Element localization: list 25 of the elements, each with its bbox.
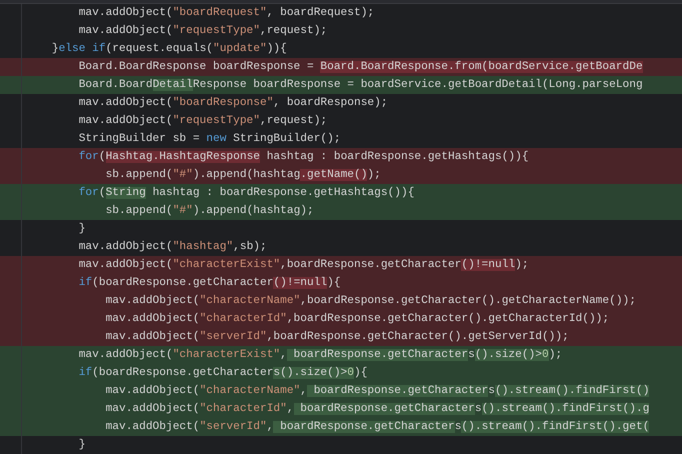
code-text: Board.BoardDetailResponse boardResponse = boardService.getBoardDetail(Long.parseLong bbox=[78, 78, 643, 93]
code-text: if(boardResponse.getCharacters().size()>0){ bbox=[78, 366, 368, 381]
code-text: sb.append("#").append(hashtag.getName()); bbox=[104, 168, 381, 183]
code-text: mav.addObject("characterName",boardResponse.getCharacter().getCharacterName()); bbox=[104, 294, 636, 309]
code-text: mav.addObject("serverId",boardResponse.getCharacter().getServerId()); bbox=[104, 330, 569, 345]
code-text: for(String hashtag : boardResponse.getHashtags()){ bbox=[78, 186, 414, 201]
code-text: sb.append("#").append(hashtag); bbox=[104, 204, 314, 219]
code-text: mav.addObject("hashtag",sb); bbox=[78, 240, 267, 255]
code-text: mav.addObject("characterExist", boardResponse.getCharacters().size()>0); bbox=[78, 348, 562, 363]
code-text: } bbox=[78, 438, 86, 453]
code-text: mav.addObject("characterExist",boardResponse.getCharacter()!=null); bbox=[78, 258, 529, 273]
code-text: mav.addObject("requestType",request); bbox=[78, 24, 328, 39]
code-text: mav.addObject("characterId",boardResponse.getCharacter().getCharacterId()); bbox=[104, 312, 610, 327]
code-text: mav.addObject("characterId", boardResponse.getCharacters().stream().findFirst().g bbox=[104, 402, 650, 417]
code-text: for(Hashtag.HashtagResponse hashtag : boardResponse.getHashtags()){ bbox=[78, 150, 529, 165]
code-text: }else if(request.equals("update")){ bbox=[50, 42, 287, 57]
code-text: } bbox=[78, 222, 86, 237]
code-text: mav.addObject("boardRequest", boardRequest); bbox=[78, 6, 374, 21]
code-text: mav.addObject("boardResponse", boardResponse); bbox=[78, 96, 388, 111]
code-text: if(boardResponse.getCharacter()!=null){ bbox=[78, 276, 341, 291]
code-text: mav.addObject("requestType",request); bbox=[78, 114, 328, 129]
code-text: StringBuilder sb = new StringBuilder(); bbox=[78, 132, 341, 147]
code-text: Board.BoardResponse boardResponse = Board.BoardResponse.from(boardService.getBoardDe bbox=[78, 60, 643, 75]
code-text: mav.addObject("serverId", boardResponse.getCharacters().stream().findFirst().get( bbox=[104, 420, 650, 435]
code-text: mav.addObject("characterName", boardResponse.getCharacters().stream().findFirst() bbox=[104, 384, 650, 399]
